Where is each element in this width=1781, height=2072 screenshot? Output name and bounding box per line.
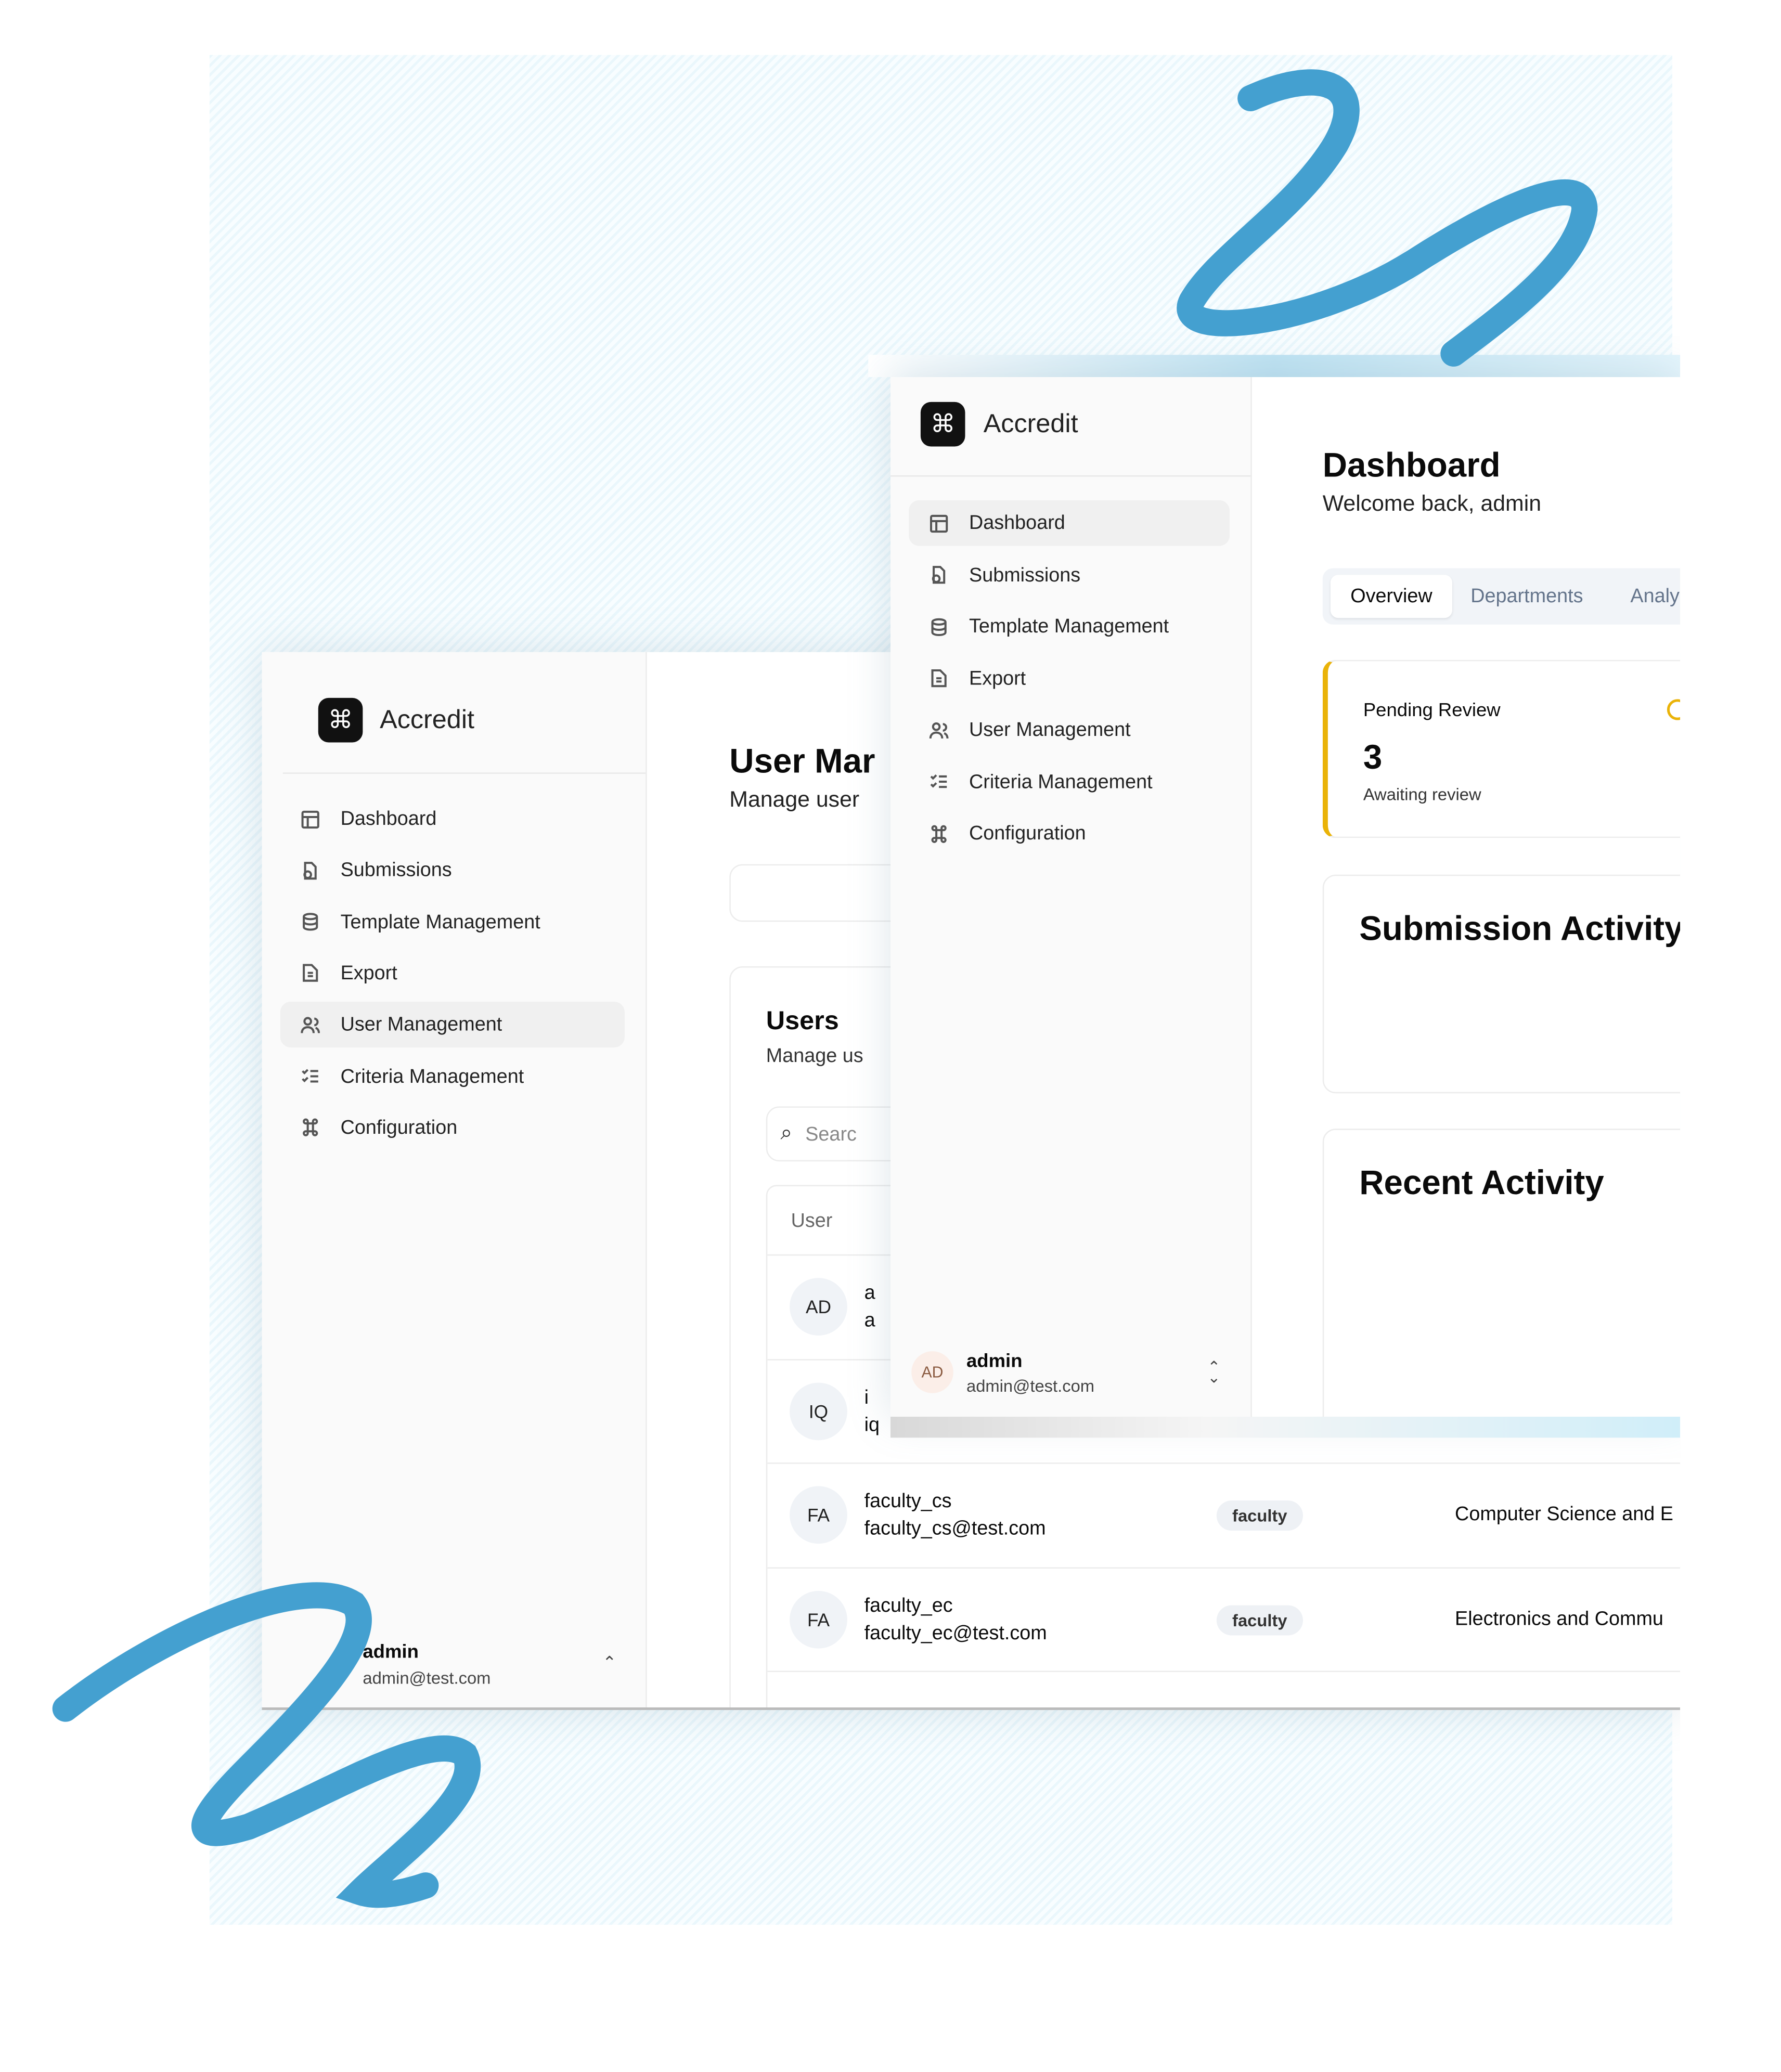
scribble-bottom: [52, 1582, 481, 1908]
stage: ⌘ Accredit Dashboard Submissions Template …: [0, 0, 1781, 2071]
scribble-top: [1177, 69, 1598, 367]
scribble-decoration: [52, 69, 1598, 1908]
